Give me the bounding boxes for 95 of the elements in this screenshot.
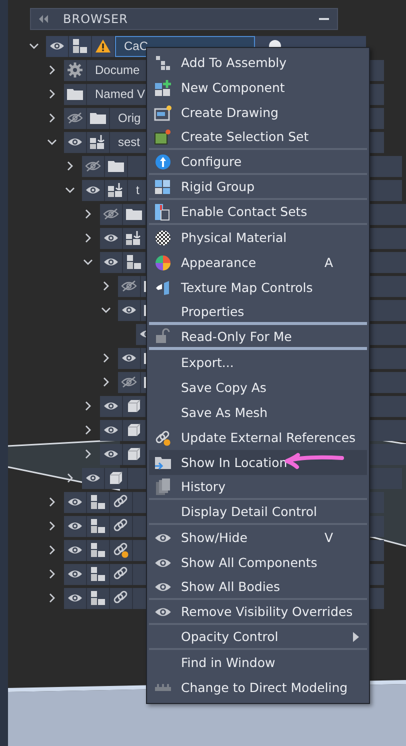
eye-icon[interactable]: [67, 497, 83, 507]
menu-item[interactable]: Physical Material: [149, 225, 367, 250]
menu-item[interactable]: Create Drawing: [149, 100, 367, 125]
folder-arrow-icon: [154, 454, 172, 470]
eye-icon: [154, 532, 172, 544]
component-icon: [72, 38, 88, 54]
eye-icon[interactable]: [67, 593, 83, 603]
menu-item[interactable]: Show In Location: [149, 450, 367, 475]
component-icon: [126, 254, 142, 270]
hidden-eye-icon[interactable]: [121, 280, 137, 292]
body-icon: [108, 470, 124, 486]
eye-icon[interactable]: [103, 449, 119, 459]
configure-icon: [155, 154, 171, 170]
eye-icon[interactable]: [103, 401, 119, 411]
menu-item[interactable]: Appearance A: [149, 250, 367, 275]
menu-item[interactable]: Save Copy As: [149, 375, 367, 400]
eye-icon[interactable]: [103, 233, 119, 243]
component-icon: [90, 590, 106, 606]
collapse-panel-icon[interactable]: [39, 15, 49, 23]
hidden-eye-icon[interactable]: [85, 160, 101, 172]
gear-icon: [67, 62, 83, 78]
menu-item[interactable]: Show All Components: [149, 550, 367, 575]
menu-item[interactable]: Remove Visibility Overrides: [149, 600, 367, 625]
eye-icon[interactable]: [121, 353, 137, 363]
menu-item[interactable]: Show All Bodies: [149, 575, 367, 600]
contact-sets-icon: [154, 202, 172, 220]
menu-item[interactable]: Find in Window: [149, 650, 367, 675]
tree-item-label[interactable]: t: [128, 183, 140, 197]
eye-icon[interactable]: [67, 137, 83, 147]
warning-icon: [95, 39, 111, 53]
tree-item-label[interactable]: Named V: [87, 87, 146, 101]
hidden-eye-icon[interactable]: [103, 208, 119, 220]
menu-item[interactable]: Update External References: [149, 425, 367, 450]
menu-item[interactable]: New Component: [149, 75, 367, 100]
unlocked-lock-icon: [155, 328, 171, 344]
drawing-icon: [154, 104, 172, 120]
folder-icon: [89, 111, 107, 125]
component-icon: [90, 542, 106, 558]
menu-item[interactable]: Enable Contact Sets: [149, 200, 367, 225]
eye-icon[interactable]: [67, 545, 83, 555]
eye-icon: [154, 606, 172, 618]
component-icon: [90, 518, 106, 534]
folder-icon: [66, 87, 84, 101]
hidden-eye-icon[interactable]: [121, 376, 137, 388]
shortcut-key: A: [324, 255, 333, 270]
anchored-component-icon: [125, 230, 143, 246]
menu-item[interactable]: History: [149, 475, 367, 500]
panel-title: BROWSER: [63, 12, 129, 26]
menu-item[interactable]: Change to Direct Modeling: [149, 675, 367, 700]
tree-item-label[interactable]: Docume: [87, 63, 140, 77]
eye-icon[interactable]: [67, 521, 83, 531]
minimize-icon[interactable]: [319, 18, 329, 20]
component-icon: [90, 566, 106, 582]
new-component-icon: [154, 78, 172, 96]
tree-item-label[interactable]: Orig: [110, 111, 141, 125]
anchored-component-icon: [107, 182, 125, 198]
eye-icon: [154, 580, 172, 592]
menu-item[interactable]: Configure: [149, 150, 367, 175]
folder-icon: [107, 159, 125, 173]
anchored-component-icon: [89, 134, 107, 150]
menu-item[interactable]: Display Detail Control: [149, 500, 367, 525]
body-icon: [126, 446, 142, 462]
eye-icon[interactable]: [67, 569, 83, 579]
menu-item[interactable]: Create Selection Set: [149, 125, 367, 150]
menu-item[interactable]: Show/Hide V: [149, 525, 367, 550]
color-wheel-icon: [155, 254, 171, 270]
eye-icon[interactable]: [121, 305, 137, 315]
menu-item[interactable]: Properties: [149, 300, 367, 325]
rigid-group-icon: [154, 178, 172, 194]
menu-item[interactable]: Opacity Control: [149, 625, 367, 650]
direct-modeling-icon: [154, 682, 172, 692]
pages-icon: [155, 478, 171, 496]
eye-icon[interactable]: [85, 185, 101, 195]
eye-icon[interactable]: [49, 41, 65, 51]
body-icon: [126, 422, 142, 438]
menu-item[interactable]: Export...: [149, 350, 367, 375]
menu-item[interactable]: Texture Map Controls: [149, 275, 367, 300]
eye-icon: [154, 556, 172, 568]
menu-item[interactable]: Save As Mesh: [149, 400, 367, 425]
tree-item-label[interactable]: sest: [110, 135, 140, 149]
link-update-icon: [154, 430, 172, 446]
checkered-sphere-icon: [155, 230, 171, 246]
eye-icon[interactable]: [85, 473, 101, 483]
eye-icon[interactable]: [103, 257, 119, 267]
menu-item[interactable]: Read-Only For Me: [149, 325, 367, 350]
menu-item[interactable]: Rigid Group: [149, 175, 367, 200]
body-icon: [126, 398, 142, 414]
shortcut-key: V: [324, 530, 333, 545]
texture-icon: [155, 280, 171, 296]
eye-icon[interactable]: [103, 425, 119, 435]
component-icon: [90, 494, 106, 510]
folder-icon: [125, 207, 143, 221]
hidden-eye-icon[interactable]: [67, 112, 83, 124]
assembly-icon: [155, 54, 171, 70]
selection-set-icon: [154, 128, 172, 144]
